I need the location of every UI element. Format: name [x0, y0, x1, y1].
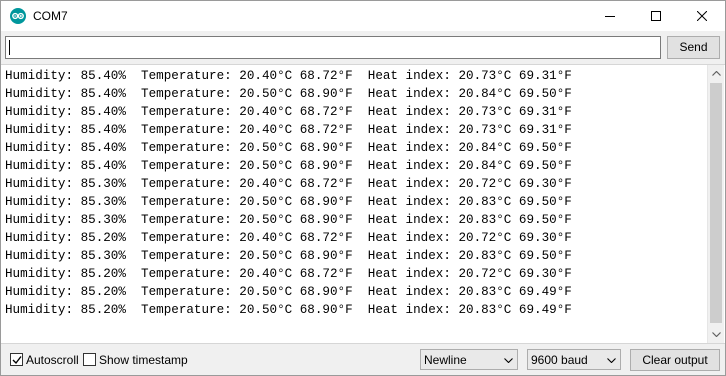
minimize-button[interactable] [587, 1, 633, 31]
title-bar[interactable]: COM7 [1, 1, 725, 31]
output-line: Humidity: 85.40% Temperature: 20.50°C 68… [5, 87, 572, 101]
chevron-up-icon [712, 71, 721, 76]
output-line: Humidity: 85.40% Temperature: 20.40°C 68… [5, 123, 572, 137]
output-line: Humidity: 85.30% Temperature: 20.50°C 68… [5, 249, 572, 263]
line-ending-select[interactable]: Newline [420, 349, 518, 370]
maximize-button[interactable] [633, 1, 679, 31]
output-line: Humidity: 85.20% Temperature: 20.50°C 68… [5, 285, 572, 299]
output-line: Humidity: 85.20% Temperature: 20.40°C 68… [5, 231, 572, 245]
window-title: COM7 [33, 9, 68, 23]
autoscroll-label[interactable]: Autoscroll [26, 353, 79, 367]
output-line: Humidity: 85.30% Temperature: 20.50°C 68… [5, 195, 572, 209]
autoscroll-checkbox[interactable] [10, 353, 23, 366]
output-line: Humidity: 85.30% Temperature: 20.50°C 68… [5, 213, 572, 227]
output-line: Humidity: 85.20% Temperature: 20.50°C 68… [5, 303, 572, 317]
checkmark-icon [12, 356, 22, 365]
chevron-down-icon [712, 332, 721, 337]
output-line: Humidity: 85.40% Temperature: 20.40°C 68… [5, 69, 572, 83]
maximize-icon [651, 11, 661, 21]
scroll-up-button[interactable] [708, 65, 725, 82]
output-line: Humidity: 85.30% Temperature: 20.40°C 68… [5, 177, 572, 191]
serial-output[interactable]: Humidity: 85.40% Temperature: 20.40°C 68… [1, 64, 725, 344]
output-lines: Humidity: 85.40% Temperature: 20.40°C 68… [5, 67, 705, 319]
baud-rate-value: 9600 baud [531, 353, 588, 367]
output-line: Humidity: 85.40% Temperature: 20.50°C 68… [5, 159, 572, 173]
scroll-down-button[interactable] [708, 326, 725, 343]
chevron-down-icon [607, 358, 616, 363]
show-timestamp-checkbox[interactable] [83, 353, 96, 366]
line-ending-value: Newline [424, 353, 467, 367]
send-bar: Send [1, 31, 725, 64]
output-line: Humidity: 85.40% Temperature: 20.40°C 68… [5, 105, 572, 119]
output-line: Humidity: 85.40% Temperature: 20.50°C 68… [5, 141, 572, 155]
show-timestamp-label[interactable]: Show timestamp [99, 353, 188, 367]
arduino-logo-icon [10, 8, 26, 24]
serial-monitor-window: COM7 Send Humidity: 85.40% Temperature: … [0, 0, 726, 376]
vertical-scrollbar[interactable] [707, 65, 724, 343]
close-icon [697, 11, 707, 21]
output-line: Humidity: 85.20% Temperature: 20.40°C 68… [5, 267, 572, 281]
baud-rate-select[interactable]: 9600 baud [527, 349, 621, 370]
scroll-thumb[interactable] [710, 83, 722, 323]
minimize-icon [605, 16, 615, 17]
text-caret [9, 40, 10, 55]
chevron-down-icon [504, 358, 513, 363]
status-bar: Autoscroll Show timestamp Newline 9600 b… [1, 344, 725, 375]
clear-output-button[interactable]: Clear output [630, 349, 720, 371]
send-button[interactable]: Send [667, 36, 720, 59]
close-button[interactable] [679, 1, 725, 31]
serial-input[interactable] [5, 36, 661, 59]
